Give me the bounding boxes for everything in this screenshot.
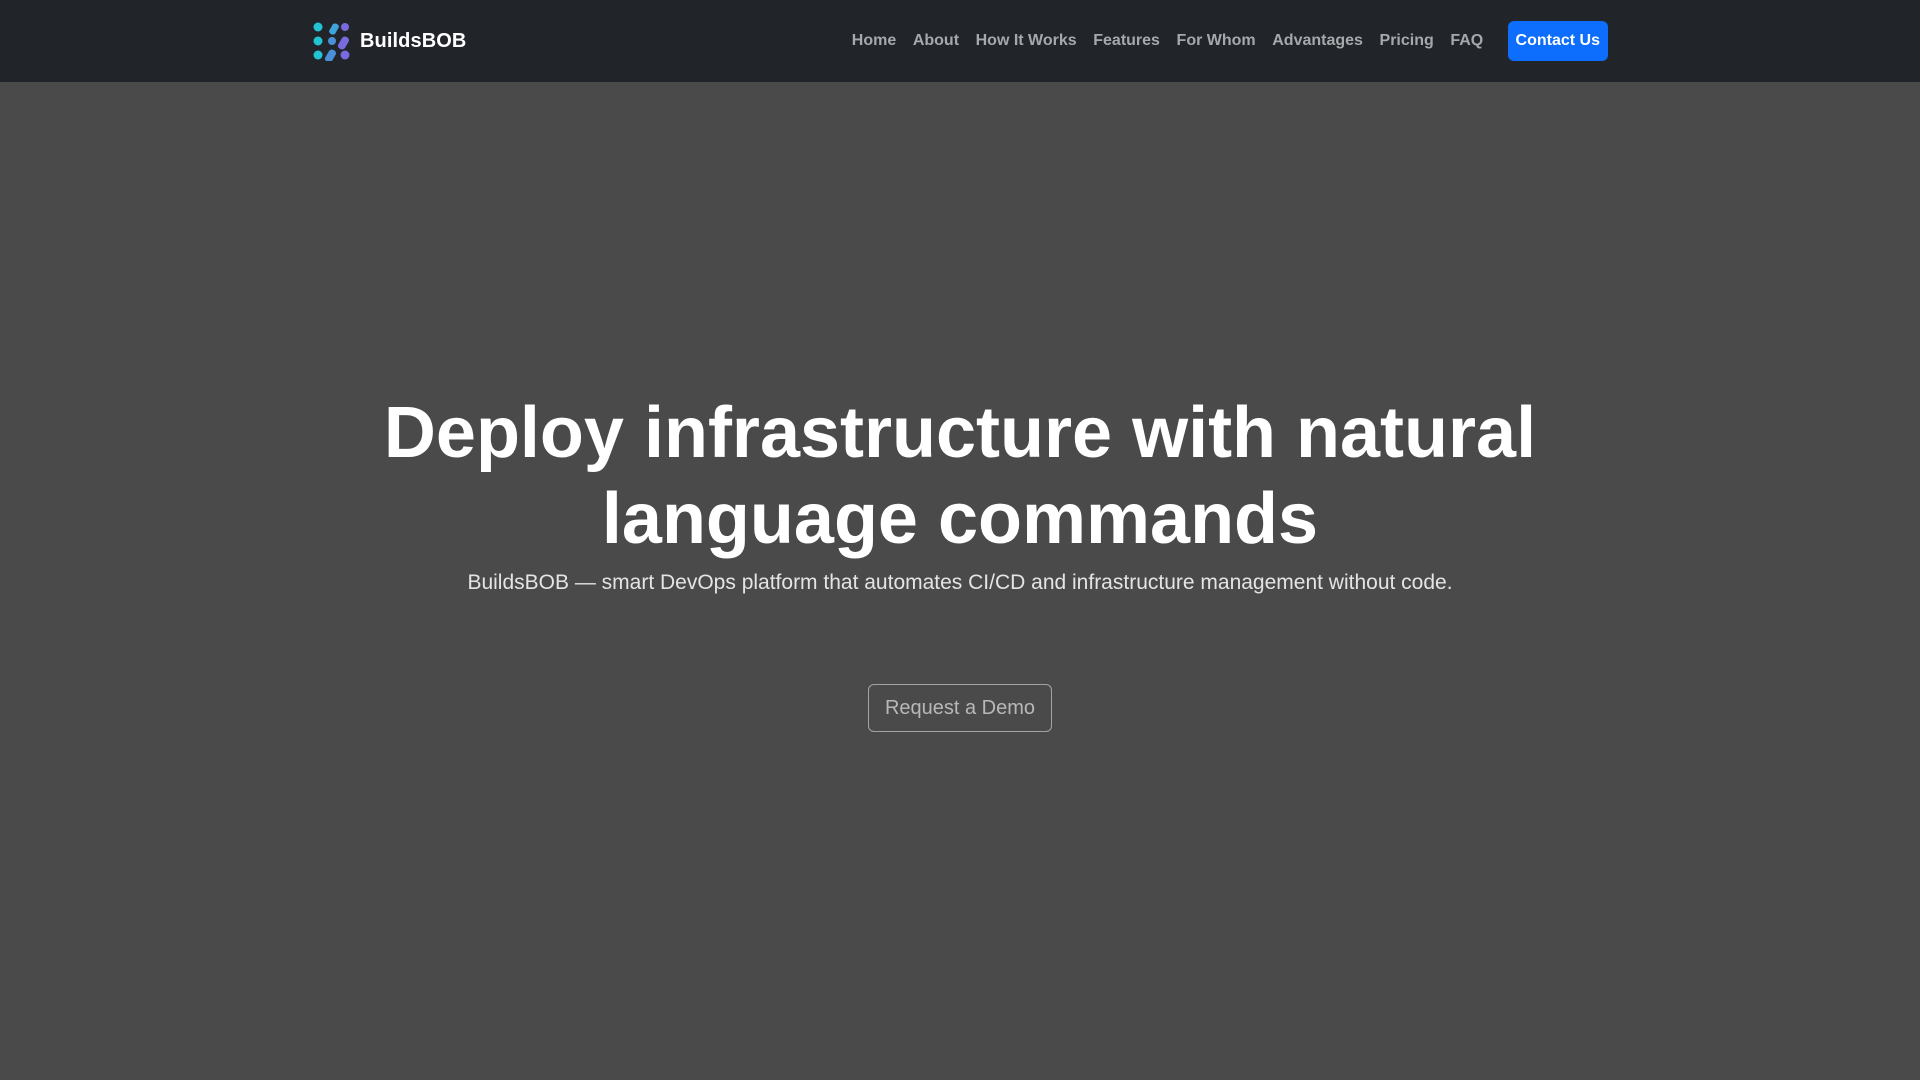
nav-menu: Home About How It Works Features For Who… — [843, 0, 1608, 82]
nav-link-faq[interactable]: FAQ — [1442, 32, 1491, 50]
nav-link-features[interactable]: Features — [1085, 32, 1168, 50]
nav-link-about[interactable]: About — [905, 32, 968, 50]
navbar-container: BuildsBOB Home About How It Works Featur… — [312, 0, 1608, 82]
hero-section: Deploy infrastructure with natural langu… — [0, 82, 1920, 1080]
contact-us-button[interactable]: Contact Us — [1507, 21, 1608, 61]
dots-grid-logo-icon — [313, 22, 350, 61]
brand-name: BuildsBOB — [360, 29, 467, 52]
navbar: BuildsBOB Home About How It Works Featur… — [0, 0, 1920, 82]
hero-subtitle: BuildsBOB — smart DevOps platform that a… — [467, 571, 1453, 594]
nav-link-how-it-works[interactable]: How It Works — [967, 32, 1085, 50]
request-demo-button[interactable]: Request a Demo — [868, 684, 1052, 732]
nav-link-pricing[interactable]: Pricing — [1371, 32, 1442, 50]
hero-title: Deploy infrastructure with natural langu… — [383, 393, 1537, 559]
nav-link-for-whom[interactable]: For Whom — [1168, 32, 1264, 50]
nav-link-advantages[interactable]: Advantages — [1264, 32, 1371, 50]
nav-link-home[interactable]: Home — [843, 32, 904, 50]
brand-link[interactable]: BuildsBOB — [312, 21, 466, 61]
